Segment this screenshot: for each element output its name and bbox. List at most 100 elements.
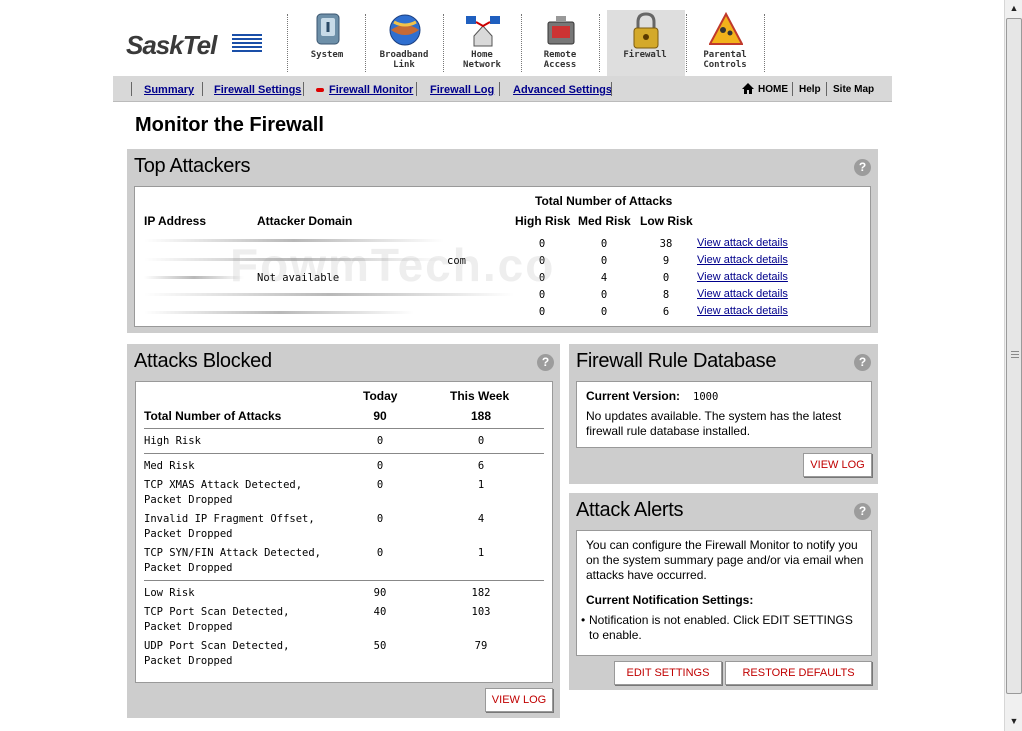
help-icon[interactable]: ? [854,354,871,371]
attack-today: 0 [376,479,384,491]
col-today: Today [363,389,398,403]
med-risk-count: 0 [600,255,608,267]
view-log-button[interactable]: VIEW LOG [485,688,553,712]
nav-tab-label: Parental Controls [703,50,747,70]
scrollbar-thumb[interactable] [1006,18,1022,694]
help-icon[interactable]: ? [537,354,554,371]
view-log-button[interactable]: VIEW LOG [803,453,872,477]
high-risk-count: 0 [538,306,546,318]
view-attack-details-link[interactable]: View attack details [697,237,788,249]
attack-type-label: TCP Port Scan Detected, [144,606,290,618]
attacks-blocked-panel: Attacks Blocked ? Today This Week Total … [127,344,560,718]
total-attacks-label: Total Number of Attacks [144,409,282,423]
med-risk-week: 6 [477,460,485,472]
notification-setting-text: Notification is not enabled. Click EDIT … [589,613,853,642]
attack-week: 79 [474,640,488,652]
col-med-risk: Med Risk [578,214,631,228]
attack-action-label: Packet Dropped [144,562,233,574]
total-today: 90 [373,409,387,423]
med-risk-count: 4 [600,272,608,284]
attack-week: 103 [471,606,491,618]
high-risk-week: 0 [477,435,485,447]
subnav-advanced-settings-link[interactable]: Advanced Settings [513,84,612,96]
page-title: Monitor the Firewall [135,114,324,136]
vertical-scrollbar[interactable]: ▲ ▼ [1004,0,1022,731]
low-risk-count: 6 [662,306,670,318]
med-risk-count: 0 [600,306,608,318]
sasktel-logo[interactable]: SaskTel [126,30,217,61]
low-risk-count: 9 [662,255,670,267]
nav-tab-label: Home Network [463,50,501,70]
col-low-risk: Low Risk [640,214,693,228]
view-attack-details-link[interactable]: View attack details [697,305,788,317]
low-risk-count: 38 [659,238,673,250]
warning-icon [709,12,743,45]
nav-tab-remote-access[interactable]: Remote Access [522,10,598,76]
redacted-ip [144,293,514,296]
nav-tab-firewall[interactable]: Firewall [607,10,685,76]
bullet-icon: • [581,613,586,627]
panel-title: Top Attackers [134,155,251,177]
sasktel-logo-icon [232,34,262,52]
sub-navigation: Summary Firewall Settings Firewall Monit… [113,76,892,102]
panel-title: Attack Alerts [576,499,684,521]
med-risk-label: Med Risk [144,460,195,472]
attack-action-label: Packet Dropped [144,528,233,540]
redacted-ip [144,311,414,314]
total-attacks-header: Total Number of Attacks [535,194,673,208]
subnav-firewall-monitor-link[interactable]: Firewall Monitor [329,84,413,96]
alerts-description: You can configure the Firewall Monitor t… [586,538,864,582]
attack-action-label: Packet Dropped [144,494,233,506]
col-attacker-domain: Attacker Domain [257,214,353,228]
subnav-firewall-log-link[interactable]: Firewall Log [430,84,494,96]
help-icon[interactable]: ? [854,503,871,520]
watermark: FowmTech.co [230,239,556,291]
home-link[interactable]: HOME [758,84,788,95]
update-message: No updates available. The system has the… [586,409,842,438]
subnav-summary-link[interactable]: Summary [144,84,194,96]
nav-tab-broadband-link[interactable]: Broadband Link [366,10,442,76]
attack-today: 0 [376,513,384,525]
remote-icon [547,16,575,45]
subnav-firewall-settings-link[interactable]: Firewall Settings [214,84,301,96]
col-high-risk: High Risk [515,214,571,228]
attack-today: 0 [376,547,384,559]
notification-settings-label: Current Notification Settings: [586,593,754,607]
low-risk-week: 182 [471,587,491,599]
edit-settings-button[interactable]: EDIT SETTINGS [614,661,722,685]
high-risk-label: High Risk [144,435,201,447]
attack-week: 4 [477,513,485,525]
scroll-up-icon[interactable]: ▲ [1005,0,1022,17]
current-page-marker-icon [316,88,324,92]
nav-tab-home-network[interactable]: Home Network [444,10,520,76]
nav-tab-label: Broadband Link [379,50,429,70]
site-map-link[interactable]: Site Map [833,84,874,95]
redacted-ip [144,276,244,279]
nav-tab-label: Remote Access [543,50,577,70]
version-label: Current Version: [586,389,681,403]
nav-tab-label: System [310,50,344,60]
low-risk-today: 90 [373,587,387,599]
scroll-down-icon[interactable]: ▼ [1005,713,1022,730]
attack-week: 1 [477,547,485,559]
system-icon [316,13,340,45]
lock-icon [633,12,659,49]
attack-today: 50 [373,640,387,652]
col-ip-address: IP Address [144,214,207,228]
attack-type-label: TCP XMAS Attack Detected, [144,479,303,491]
attack-type-label: UDP Port Scan Detected, [144,640,290,652]
restore-defaults-button[interactable]: RESTORE DEFAULTS [725,661,872,685]
col-this-week: This Week [450,389,510,403]
help-icon[interactable]: ? [854,159,871,176]
view-attack-details-link[interactable]: View attack details [697,271,788,283]
nav-tab-system[interactable]: System [289,10,365,76]
home-icon [742,83,754,94]
globe-icon [389,14,421,46]
view-attack-details-link[interactable]: View attack details [697,288,788,300]
attack-type-label: Invalid IP Fragment Offset, [144,513,315,525]
nav-tab-parental-controls[interactable]: Parental Controls [687,10,763,76]
network-icon [466,16,500,47]
help-link[interactable]: Help [799,84,821,95]
attack-type-label: TCP SYN/FIN Attack Detected, [144,547,322,559]
view-attack-details-link[interactable]: View attack details [697,254,788,266]
